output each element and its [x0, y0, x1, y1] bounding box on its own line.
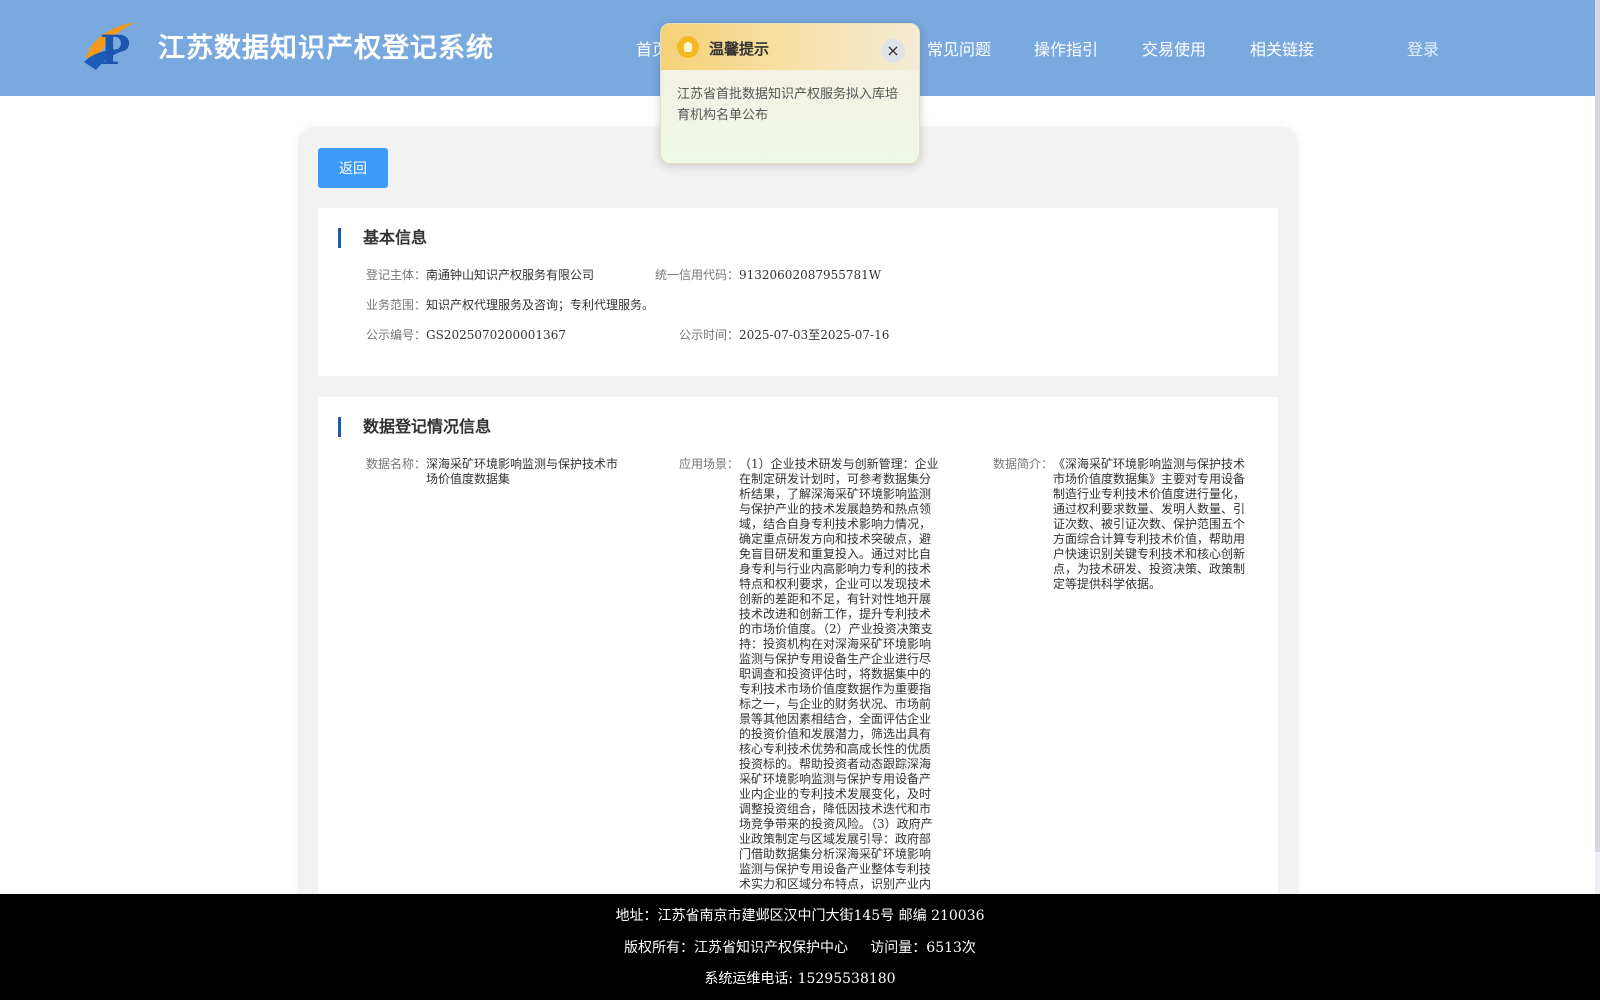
scrollbar-thumb[interactable]	[1595, 0, 1600, 852]
notice-no-label: 公示编号：	[366, 328, 427, 342]
credit-code-label: 统一信用代码：	[655, 268, 740, 282]
notice-popup: 温馨提示 × 江苏省首批数据知识产权服务拟入库培育机构名单公布	[660, 23, 920, 164]
detail-card: 返回 基本信息 登记主体： 南通钟山知识产权服务有限公司 统一信用代码： 913…	[298, 127, 1298, 997]
popup-title: 温馨提示	[709, 40, 770, 58]
scope-label: 业务范围：	[366, 298, 427, 312]
credit-code-value: 91320602087955781W	[739, 268, 882, 282]
login-link[interactable]: 登录	[1407, 36, 1439, 60]
scenario-label: 应用场景：	[679, 457, 740, 471]
scenario-value: （1）企业技术研发与创新管理：企业在制定研发计划时，可参考数据集分析结果，了解深…	[739, 457, 939, 891]
notice-time-value: 2025-07-03至2025-07-16	[739, 328, 890, 342]
nav-related-links[interactable]: 相关链接	[1250, 36, 1314, 60]
summary-value: 《深海采矿环境影响监测与保护技术市场价值度数据集》主要对专用设备制造行业专利技术…	[1053, 457, 1246, 591]
nav-faq[interactable]: 常见问题	[927, 36, 991, 60]
scope-value: 知识产权代理服务及咨询；专利代理服务。	[426, 298, 655, 312]
basic-info-section: 基本信息 登记主体： 南通钟山知识产权服务有限公司 统一信用代码： 913206…	[318, 208, 1278, 376]
popup-message[interactable]: 江苏省首批数据知识产权服务拟入库培育机构名单公布	[677, 84, 905, 126]
section-title-basic-info: 基本信息	[338, 228, 427, 248]
footer-copyright: 版权所有：江苏省知识产权保护中心 访问量：6513次	[624, 940, 976, 956]
section-title-data-registration: 数据登记情况信息	[338, 417, 491, 437]
registrant-label: 登记主体：	[366, 268, 427, 282]
popup-header: 温馨提示 ×	[661, 24, 919, 70]
notice-no-value: GS2025070200001367	[426, 328, 566, 342]
notice-time-label: 公示时间：	[679, 328, 740, 342]
site-title: 江苏数据知识产权登记系统	[158, 33, 494, 64]
page-footer: 地址：江苏省南京市建邺区汉中门大街145号 邮编 210036 版权所有：江苏省…	[0, 894, 1600, 1000]
data-name-value: 深海采矿环境影响监测与保护技术市场价值度数据集	[426, 457, 619, 486]
lightbulb-icon	[677, 36, 699, 58]
footer-address: 地址：江苏省南京市建邺区汉中门大街145号 邮编 210036	[615, 908, 985, 924]
svg-text:P: P	[100, 27, 130, 72]
nav-trade-use[interactable]: 交易使用	[1142, 36, 1206, 60]
back-button[interactable]: 返回	[318, 148, 388, 188]
registrant-value: 南通钟山知识产权服务有限公司	[426, 268, 595, 282]
close-icon[interactable]: ×	[881, 39, 905, 63]
data-name-label: 数据名称：	[366, 457, 427, 471]
page-scrollbar[interactable]	[1595, 0, 1600, 894]
footer-phone: 系统运维电话: 15295538180	[704, 971, 896, 987]
summary-label: 数据简介：	[993, 457, 1054, 471]
site-logo[interactable]: P	[80, 18, 140, 72]
nav-guide[interactable]: 操作指引	[1034, 36, 1098, 60]
